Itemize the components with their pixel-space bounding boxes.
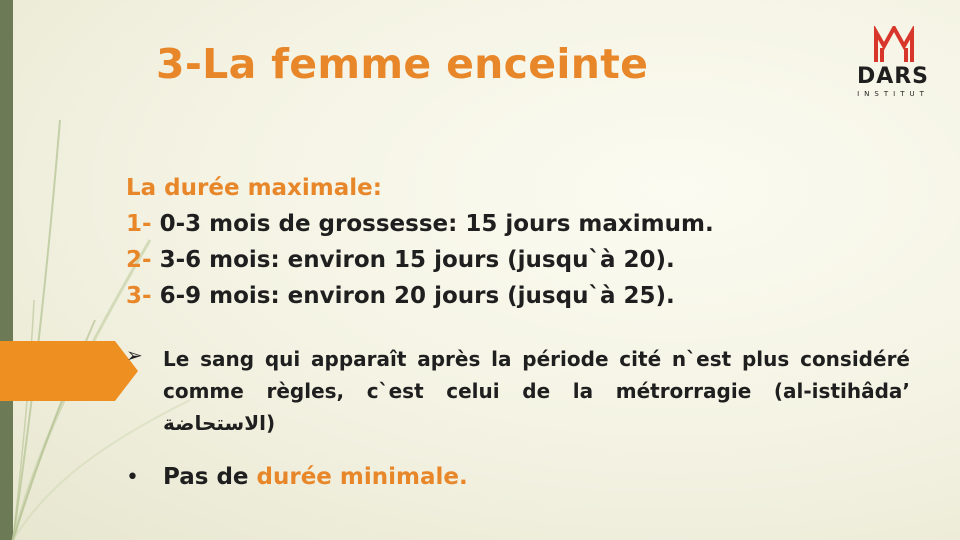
max-duration-section: La durée maximale: 1- 0-3 mois de grosse… xyxy=(126,170,714,314)
metrorrhagia-text: Le sang qui apparaît après la période ci… xyxy=(163,347,910,435)
orange-arrow-tab xyxy=(0,341,138,401)
duration-item-3: 3- 6-9 mois: environ 20 jours (jusqu`à 2… xyxy=(126,278,714,314)
logo-mark-icon xyxy=(874,26,914,62)
item-number: 3- xyxy=(126,283,152,309)
slide-title: 3-La femme enceinte xyxy=(156,40,649,88)
logo-subtitle: INSTITUT xyxy=(857,90,929,98)
logo-name: DARS xyxy=(856,64,930,89)
duration-item-1: 1- 0-3 mois de grossesse: 15 jours maxim… xyxy=(126,206,714,242)
min-duration-bullet: • Pas de durée minimale. xyxy=(126,464,468,490)
bullet-highlight: durée minimale. xyxy=(256,464,468,490)
item-number: 1- xyxy=(126,211,152,237)
item-number: 2- xyxy=(126,247,152,273)
item-text: 3-6 mois: environ 15 jours (jusqu`à 20). xyxy=(151,247,675,273)
duration-item-2: 2- 3-6 mois: environ 15 jours (jusqu`à 2… xyxy=(126,242,714,278)
max-duration-heading: La durée maximale: xyxy=(126,175,382,201)
item-text: 6-9 mois: environ 20 jours (jusqu`à 25). xyxy=(151,283,675,309)
metrorrhagia-note: ➢ Le sang qui apparaît après la période … xyxy=(126,343,910,439)
item-text: 0-3 mois de grossesse: 15 jours maximum. xyxy=(151,211,714,237)
arrow-bullet-icon: ➢ xyxy=(126,343,143,367)
bullet-dot-icon: • xyxy=(126,465,139,490)
dars-logo: DARS INSTITUT xyxy=(846,26,940,106)
bullet-prefix: Pas de xyxy=(163,464,257,490)
